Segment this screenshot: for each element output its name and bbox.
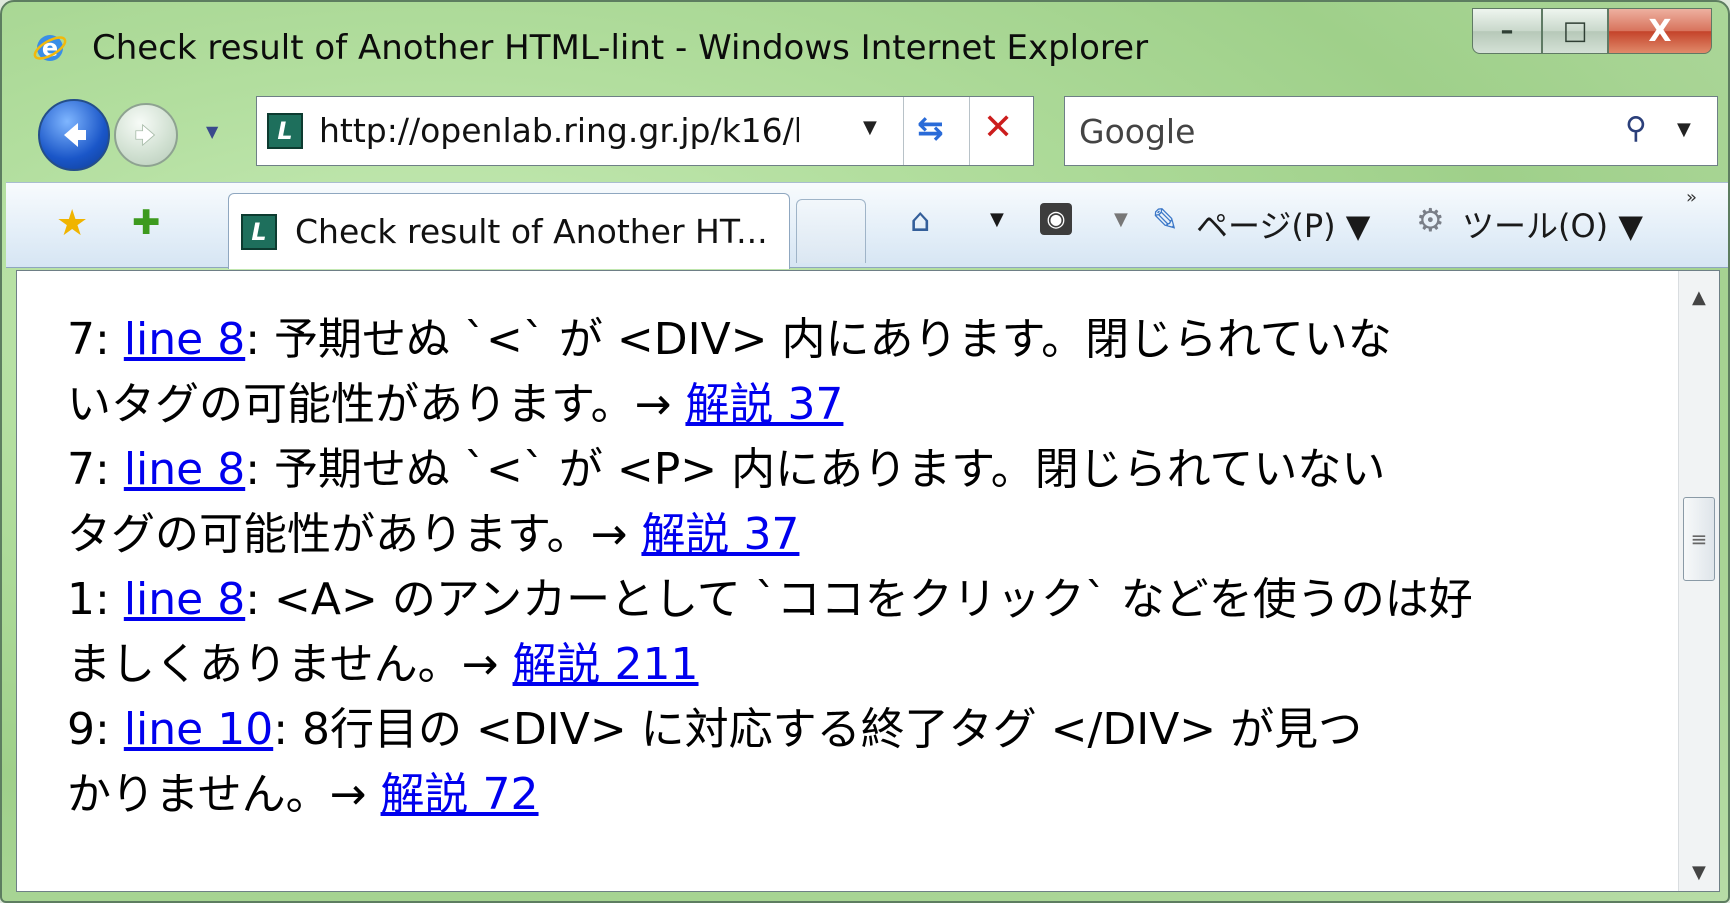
page-icon[interactable]: ✎: [1152, 201, 1179, 239]
result-message: 予期せぬ `<` が <P> 内にあります。閉じられていない: [274, 444, 1386, 495]
close-icon: X: [1648, 13, 1672, 49]
explanation-link[interactable]: 解説 72: [381, 769, 539, 820]
search-box[interactable]: Google ⚲ ▼: [1064, 96, 1718, 166]
window-title: Check result of Another HTML-lint - Wind…: [92, 28, 1149, 68]
feeds-dropdown-icon[interactable]: ▼: [1114, 209, 1128, 230]
result-item: 1: line 8: <A> のアンカーとして `ココをクリック` などを使うの…: [67, 574, 1473, 690]
line-link[interactable]: line 8: [124, 574, 245, 625]
tools-menu[interactable]: ツール(O) ▼: [1462, 201, 1643, 247]
line-link[interactable]: line 10: [124, 704, 273, 755]
address-bar[interactable]: L http://openlab.ring.gr.jp/k16/htm ▼ ⇆ …: [256, 96, 1034, 166]
back-button[interactable]: [38, 99, 110, 171]
result-message-cont: ましくありません。→: [67, 639, 513, 690]
ie-logo-icon: e: [33, 34, 67, 62]
explanation-link[interactable]: 解説 37: [641, 509, 799, 560]
back-arrow-icon: [64, 123, 86, 147]
result-number: 1: [67, 574, 95, 625]
result-message: 予期せぬ `<` が <DIV> 内にあります。閉じられていな: [274, 314, 1392, 365]
stop-icon[interactable]: ✕: [983, 107, 1013, 148]
result-number: 7: [67, 444, 95, 495]
chevron-more-icon[interactable]: »: [1686, 187, 1697, 208]
scroll-up-icon[interactable]: ▲: [1692, 287, 1706, 308]
result-item: 9: line 10: 8行目の <DIV> に対応する終了タグ </DIV> …: [67, 704, 1363, 820]
address-separator: [969, 97, 970, 165]
minimize-button[interactable]: –: [1472, 8, 1542, 54]
scroll-thumb[interactable]: ≡: [1683, 497, 1715, 581]
maximize-button[interactable]: □: [1542, 8, 1608, 54]
line-link[interactable]: line 8: [124, 314, 245, 365]
result-message: <A> のアンカーとして `ココをクリック` などを使うのは好: [274, 574, 1473, 625]
lint-results: 7: line 8: 予期せぬ `<` が <DIV> 内にあります。閉じられて…: [67, 307, 1627, 827]
address-separator: [903, 97, 904, 165]
home-icon[interactable]: ⌂: [910, 201, 930, 239]
home-dropdown-icon[interactable]: ▼: [990, 209, 1004, 230]
tools-gear-icon[interactable]: ⚙: [1416, 201, 1445, 239]
explanation-link[interactable]: 解説 37: [685, 379, 843, 430]
result-message-cont: タグの可能性があります。→: [67, 509, 642, 560]
new-tab-button[interactable]: [796, 199, 866, 263]
scroll-down-icon[interactable]: ▼: [1692, 862, 1706, 883]
add-favorites-icon[interactable]: ✚: [132, 203, 161, 243]
browser-window: e Check result of Another HTML-lint - Wi…: [0, 0, 1730, 903]
explanation-link[interactable]: 解説 211: [513, 639, 699, 690]
title-bar: e Check result of Another HTML-lint - Wi…: [2, 2, 1728, 86]
address-dropdown-icon[interactable]: ▼: [863, 117, 877, 138]
favorites-star-icon[interactable]: ★: [56, 203, 88, 244]
line-link[interactable]: line 8: [124, 444, 245, 495]
result-message: 8行目の <DIV> に対応する終了タグ </DIV> が見つ: [302, 704, 1363, 755]
result-item: 7: line 8: 予期せぬ `<` が <P> 内にあります。閉じられていな…: [67, 444, 1386, 560]
tab-active[interactable]: L Check result of Another HT...: [228, 193, 790, 269]
tab-label: Check result of Another HT...: [295, 212, 768, 251]
result-item: 7: line 8: 予期せぬ `<` が <DIV> 内にあります。閉じられて…: [67, 314, 1392, 430]
recent-pages-dropdown-icon[interactable]: ▼: [206, 122, 218, 141]
search-input[interactable]: Google: [1079, 112, 1195, 151]
minimize-icon: –: [1500, 16, 1514, 46]
search-icon[interactable]: ⚲: [1625, 111, 1647, 146]
vertical-scrollbar[interactable]: ▲ ≡ ▼: [1678, 271, 1719, 891]
feeds-icon[interactable]: ◉: [1040, 203, 1072, 235]
result-number: 7: [67, 314, 95, 365]
caption-buttons: – □ X: [1472, 8, 1712, 56]
tab-favicon-icon: L: [241, 214, 277, 250]
forward-arrow-icon: [135, 123, 156, 147]
result-number: 9: [67, 704, 95, 755]
result-message-cont: かりません。→: [67, 769, 381, 820]
close-button[interactable]: X: [1608, 8, 1712, 54]
url-input[interactable]: http://openlab.ring.gr.jp/k16/htm: [319, 111, 799, 150]
tab-bar: ★ ✚ L Check result of Another HT... ⌂ ▼ …: [6, 182, 1728, 269]
search-dropdown-icon[interactable]: ▼: [1677, 119, 1691, 140]
result-message-cont: いタグの可能性があります。→: [67, 379, 686, 430]
page-content: 7: line 8: 予期せぬ `<` が <DIV> 内にあります。閉じられて…: [16, 270, 1720, 892]
maximize-icon: □: [1562, 16, 1588, 46]
refresh-icon[interactable]: ⇆: [917, 109, 944, 147]
site-favicon-icon: L: [267, 113, 303, 149]
forward-button[interactable]: [114, 103, 178, 167]
page-menu[interactable]: ページ(P) ▼: [1196, 201, 1370, 247]
